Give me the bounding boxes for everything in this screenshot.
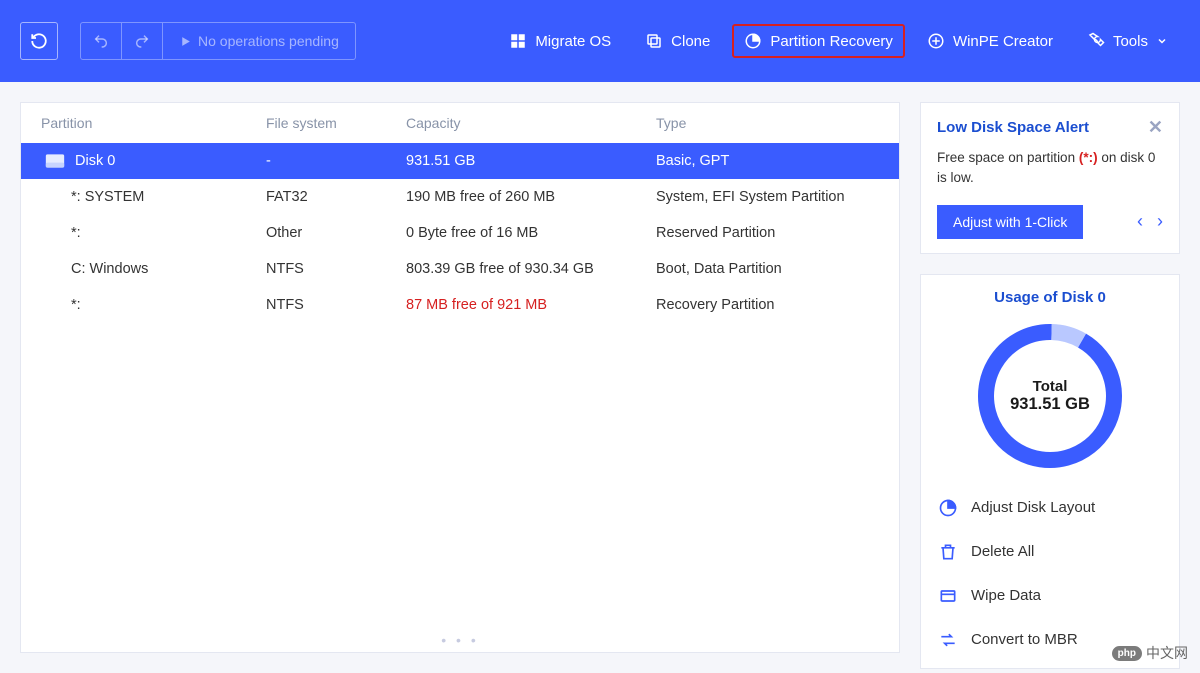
refresh-icon bbox=[30, 32, 48, 50]
alert-next-button[interactable]: › bbox=[1157, 211, 1163, 232]
alert-body-prefix: Free space on partition bbox=[937, 150, 1079, 165]
tools-label: Tools bbox=[1113, 33, 1148, 50]
redo-icon bbox=[134, 33, 150, 49]
content-area: Partition File system Capacity Type Disk… bbox=[0, 82, 1200, 673]
partition-row[interactable]: *: NTFS 87 MB free of 921 MB Recovery Pa… bbox=[21, 287, 899, 323]
adjust-1click-button[interactable]: Adjust with 1-Click bbox=[937, 205, 1083, 239]
action-label: Wipe Data bbox=[971, 587, 1041, 604]
partition-row[interactable]: *: SYSTEM FAT32 190 MB free of 260 MB Sy… bbox=[21, 179, 899, 215]
disk-icon bbox=[45, 153, 65, 169]
no-operations-label: No operations pending bbox=[198, 33, 339, 49]
chevron-down-icon bbox=[1156, 35, 1168, 47]
table-header-row: Partition File system Capacity Type bbox=[21, 103, 899, 143]
partition-name: C: Windows bbox=[71, 261, 148, 277]
wipe-icon bbox=[938, 586, 958, 606]
partition-capacity: 190 MB free of 260 MB bbox=[406, 189, 656, 205]
action-label: Delete All bbox=[971, 543, 1034, 560]
partition-recovery-button[interactable]: Partition Recovery bbox=[732, 24, 905, 58]
alert-body: Free space on partition (*:) on disk 0 i… bbox=[937, 148, 1163, 189]
partition-type: System, EFI System Partition bbox=[656, 189, 879, 205]
toolbar-right-group: Migrate OS Clone Partition Recovery WinP… bbox=[497, 24, 1180, 58]
migrate-os-label: Migrate OS bbox=[535, 33, 611, 50]
toolbar-left-group: No operations pending bbox=[20, 22, 356, 60]
partition-row[interactable]: *: Other 0 Byte free of 16 MB Reserved P… bbox=[21, 215, 899, 251]
undo-icon bbox=[93, 33, 109, 49]
migrate-os-button[interactable]: Migrate OS bbox=[497, 24, 623, 58]
close-alert-button[interactable]: ✕ bbox=[1148, 117, 1163, 138]
partition-fs: Other bbox=[266, 225, 406, 241]
disk-action-list: Adjust Disk Layout Delete All Wipe Data … bbox=[937, 494, 1163, 654]
low-disk-space-alert: Low Disk Space Alert ✕ Free space on par… bbox=[920, 102, 1180, 254]
winpe-creator-button[interactable]: WinPE Creator bbox=[915, 24, 1065, 58]
migrate-icon bbox=[509, 32, 527, 50]
tools-button[interactable]: Tools bbox=[1075, 24, 1180, 58]
operations-group: No operations pending bbox=[80, 22, 356, 60]
partition-fs: FAT32 bbox=[266, 189, 406, 205]
partition-table-panel: Partition File system Capacity Type Disk… bbox=[20, 102, 900, 653]
header-type: Type bbox=[656, 115, 879, 131]
clone-icon bbox=[645, 32, 663, 50]
usage-title: Usage of Disk 0 bbox=[937, 289, 1163, 306]
donut-total-label: Total bbox=[1010, 378, 1090, 395]
header-fs: File system bbox=[266, 115, 406, 131]
alert-title-text: Low Disk Space Alert bbox=[937, 119, 1089, 136]
usage-donut-chart: Total 931.51 GB bbox=[970, 316, 1130, 476]
partition-capacity: 0 Byte free of 16 MB bbox=[406, 225, 656, 241]
wrench-icon bbox=[1087, 32, 1105, 50]
partition-fs: NTFS bbox=[266, 297, 406, 313]
partition-recovery-label: Partition Recovery bbox=[770, 33, 893, 50]
watermark-badge: php bbox=[1112, 646, 1142, 661]
donut-total-value: 931.51 GB bbox=[1010, 395, 1090, 414]
action-label: Convert to MBR bbox=[971, 631, 1078, 648]
side-panel: Low Disk Space Alert ✕ Free space on par… bbox=[920, 102, 1180, 653]
action-label: Adjust Disk Layout bbox=[971, 499, 1095, 516]
partition-name: *: SYSTEM bbox=[71, 189, 144, 205]
partition-capacity-low: 87 MB free of 921 MB bbox=[406, 297, 656, 313]
undo-button[interactable] bbox=[81, 23, 122, 59]
redo-button[interactable] bbox=[122, 23, 163, 59]
alert-prev-button[interactable]: ‹ bbox=[1137, 211, 1143, 232]
partition-name: *: bbox=[71, 297, 81, 313]
partition-type: Boot, Data Partition bbox=[656, 261, 879, 277]
delete-all-button[interactable]: Delete All bbox=[937, 542, 1163, 562]
disk-capacity: 931.51 GB bbox=[406, 153, 656, 169]
pie-icon bbox=[938, 498, 958, 518]
clone-label: Clone bbox=[671, 33, 710, 50]
disk-type: Basic, GPT bbox=[656, 153, 879, 169]
disk-fs: - bbox=[266, 153, 406, 169]
clone-button[interactable]: Clone bbox=[633, 24, 722, 58]
alert-body-highlight: (*:) bbox=[1079, 150, 1098, 165]
partition-type: Reserved Partition bbox=[656, 225, 879, 241]
partition-row[interactable]: C: Windows NTFS 803.39 GB free of 930.34… bbox=[21, 251, 899, 287]
wipe-data-button[interactable]: Wipe Data bbox=[937, 586, 1163, 606]
partition-fs: NTFS bbox=[266, 261, 406, 277]
apply-button[interactable]: No operations pending bbox=[163, 23, 355, 59]
watermark-text: 中文网 bbox=[1146, 643, 1188, 663]
resize-handle[interactable]: • • • bbox=[21, 628, 899, 652]
disk-name: Disk 0 bbox=[75, 153, 115, 169]
trash-icon bbox=[938, 542, 958, 562]
watermark: php 中文网 bbox=[1112, 643, 1188, 663]
adjust-disk-layout-button[interactable]: Adjust Disk Layout bbox=[937, 498, 1163, 518]
top-toolbar: No operations pending Migrate OS Clone P… bbox=[0, 0, 1200, 82]
alert-nav: ‹ › bbox=[1137, 211, 1163, 232]
usage-card: Usage of Disk 0 Total 931.51 GB bbox=[920, 274, 1180, 669]
partition-type: Recovery Partition bbox=[656, 297, 879, 313]
partition-capacity: 803.39 GB free of 930.34 GB bbox=[406, 261, 656, 277]
disk-row[interactable]: Disk 0 - 931.51 GB Basic, GPT bbox=[21, 143, 899, 179]
play-icon bbox=[179, 35, 192, 48]
header-capacity: Capacity bbox=[406, 115, 656, 131]
winpe-icon bbox=[927, 32, 945, 50]
refresh-button[interactable] bbox=[20, 22, 58, 60]
winpe-label: WinPE Creator bbox=[953, 33, 1053, 50]
convert-icon bbox=[938, 630, 958, 650]
partition-name: *: bbox=[71, 225, 81, 241]
header-partition: Partition bbox=[41, 115, 266, 131]
partition-recovery-icon bbox=[744, 32, 762, 50]
